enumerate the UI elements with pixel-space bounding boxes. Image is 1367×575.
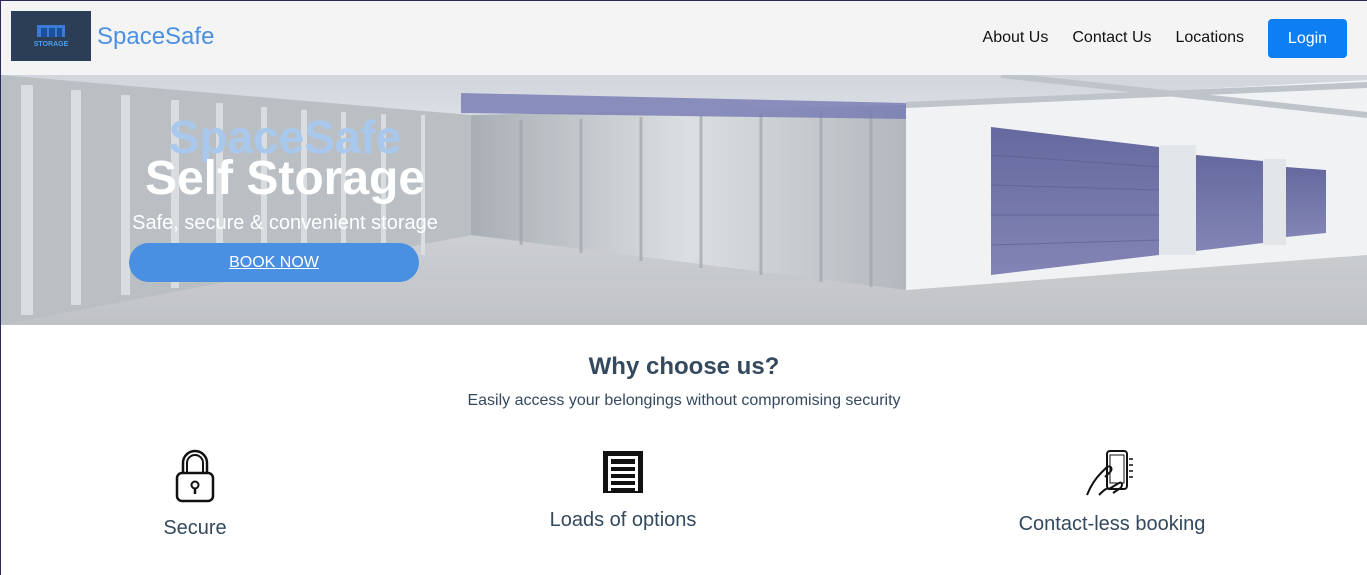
brand-name[interactable]: SpaceSafe: [97, 23, 214, 51]
nav-contact-us[interactable]: Contact Us: [1072, 29, 1151, 47]
hero-banner: SpaceSafe Self Storage Safe, secure & co…: [1, 75, 1367, 325]
logo-text: STORAGE: [34, 41, 69, 48]
logo[interactable]: STORAGE: [11, 11, 91, 61]
feature-label: Secure: [163, 517, 227, 539]
hero-text: SpaceSafe Self Storage Safe, secure & co…: [129, 113, 441, 235]
storage-unit-icon: [603, 451, 643, 493]
why-choose-us-heading: Why choose us?: [588, 353, 780, 380]
book-now-button[interactable]: BOOK NOW: [129, 243, 419, 282]
feature-contactless: Contact-less booking: [1001, 449, 1223, 536]
hero-title: Self Storage: [144, 152, 426, 205]
hero-subtitle: Safe, secure & convenient storage: [132, 212, 438, 234]
phone-in-hand-icon: [1086, 450, 1133, 496]
feature-label: Contact-less booking: [1018, 513, 1206, 535]
warehouse-logo-icon: STORAGE: [34, 25, 69, 48]
nav-locations[interactable]: Locations: [1176, 29, 1245, 47]
padlock-icon: [175, 449, 215, 503]
feature-label: Loads of options: [549, 509, 697, 531]
feature-options: Loads of options: [523, 449, 723, 532]
nav-about-us[interactable]: About Us: [983, 29, 1049, 47]
why-choose-us-subtitle: Easily access your belongings without co…: [467, 392, 901, 409]
feature-secure: Secure: [145, 449, 245, 540]
top-navbar: STORAGE SpaceSafe About Us Contact Us Lo…: [1, 1, 1367, 75]
login-button[interactable]: Login: [1268, 19, 1347, 58]
nav-links: About Us Contact Us Locations: [983, 29, 1244, 47]
